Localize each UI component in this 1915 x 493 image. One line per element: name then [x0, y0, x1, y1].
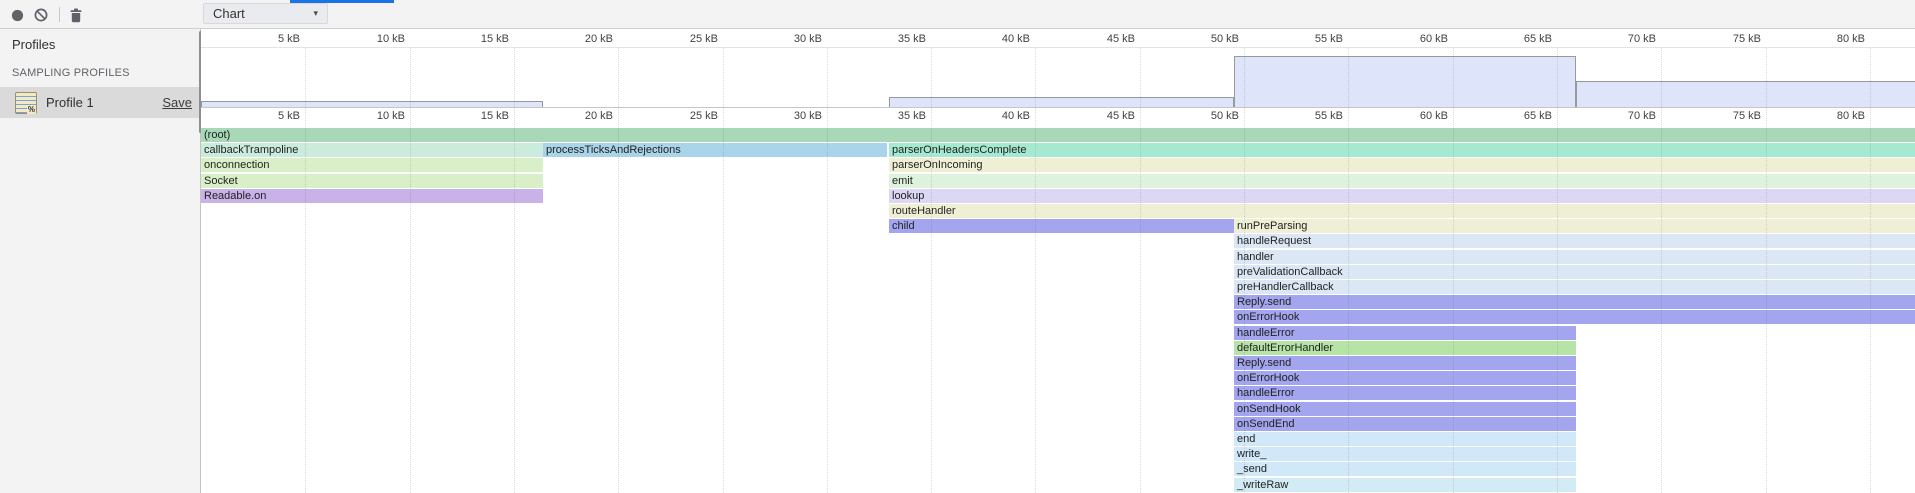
devtools-memory-panel: Chart ▾ Profiles SAMPLING PROFILES % Pro…: [0, 0, 1915, 493]
flame-bar-write-[interactable]: write_: [1234, 447, 1576, 461]
overview-segment: [1576, 81, 1915, 108]
flame-bar-onconnection[interactable]: onconnection: [201, 158, 543, 172]
flame-bar--writeraw[interactable]: _writeRaw: [1234, 478, 1576, 492]
ruler-tick-label: 65 kB: [1492, 33, 1552, 45]
flame-bar-defaulterrorhandler[interactable]: defaultErrorHandler: [1234, 341, 1576, 355]
ruler-tick-label: 70 kB: [1596, 110, 1656, 122]
flame-bar-handlerequest[interactable]: handleRequest: [1234, 234, 1915, 248]
ruler-tick-label: 10 kB: [345, 33, 405, 45]
profile-name: Profile 1: [46, 95, 94, 110]
flame-bar-prehandlercallback[interactable]: preHandlerCallback: [1234, 280, 1915, 294]
profile-document-icon: %: [15, 92, 37, 114]
flame-bar-onsendend[interactable]: onSendEnd: [1234, 417, 1576, 431]
flame-bar-processticksandrejections[interactable]: processTicksAndRejections: [543, 143, 887, 157]
ruler-tick-label: 30 kB: [762, 110, 822, 122]
flame-bar-reply-send[interactable]: Reply.send: [1234, 356, 1576, 370]
block-icon: [34, 8, 48, 22]
flame-bar-end[interactable]: end: [1234, 432, 1576, 446]
flame-bar-onerrorhook[interactable]: onErrorHook: [1234, 310, 1915, 324]
flame-bar-lookup[interactable]: lookup: [889, 189, 1915, 203]
percent-glyph: %: [27, 105, 36, 114]
flame-bar-callbacktrampoline[interactable]: callbackTrampoline: [201, 143, 543, 157]
save-profile-link[interactable]: Save: [162, 95, 192, 110]
ruler-tick-label: 55 kB: [1283, 110, 1343, 122]
profiles-sidebar: Profiles SAMPLING PROFILES % Profile 1 S…: [0, 29, 200, 493]
ruler-tick-label: 25 kB: [658, 33, 718, 45]
sidebar-title: Profiles: [12, 37, 55, 52]
ruler-tick-label: 45 kB: [1075, 110, 1135, 122]
ruler-tick-label: 10 kB: [345, 110, 405, 122]
flame-bar-onsendhook[interactable]: onSendHook: [1234, 402, 1576, 416]
flame-bar-routehandler[interactable]: routeHandler: [889, 204, 1915, 218]
flame-bar--root-[interactable]: (root): [201, 128, 1915, 142]
ruler-tick-label: 75 kB: [1701, 33, 1761, 45]
clear-profiles-button[interactable]: [30, 4, 52, 26]
ruler-tick-label: 80 kB: [1805, 33, 1865, 45]
ruler-tick-label: 75 kB: [1701, 110, 1761, 122]
ruler-tick-label: 35 kB: [866, 33, 926, 45]
flame-bar-onerrorhook[interactable]: onErrorHook: [1234, 371, 1576, 385]
ruler-tick-label: 55 kB: [1283, 33, 1343, 45]
ruler-tick-label: 15 kB: [449, 110, 509, 122]
ruler-tick-label: 35 kB: [866, 110, 926, 122]
sampling-profiles-header: SAMPLING PROFILES: [12, 67, 130, 79]
flame-bar-handleerror[interactable]: handleError: [1234, 386, 1576, 400]
flame-bar--send[interactable]: _send: [1234, 462, 1576, 476]
ruler-tick-label: 40 kB: [970, 110, 1030, 122]
flame-bar-handleerror[interactable]: handleError: [1234, 326, 1576, 340]
flame-bar-handler[interactable]: handler: [1234, 250, 1915, 264]
flame-chart-area[interactable]: 5 kB 10 kB 15 kB 20 kB 25 kB 30 kB 35 kB 40 kB 4…: [201, 29, 1915, 493]
flame-bar-child[interactable]: child: [889, 219, 1234, 233]
record-heap-profile-button[interactable]: [6, 4, 28, 26]
ruler-tick-label: 50 kB: [1179, 33, 1239, 45]
ruler-tick-label: 80 kB: [1805, 110, 1865, 122]
flame-bar-readable-on[interactable]: Readable.on: [201, 189, 543, 203]
flame-bar-parseronincoming[interactable]: parserOnIncoming: [889, 158, 1915, 172]
record-icon: [11, 9, 24, 22]
flame-bar-runpreparsing[interactable]: runPreParsing: [1234, 219, 1915, 233]
ruler-tick-label: 5 kB: [240, 33, 300, 45]
flame-bar-emit[interactable]: emit: [889, 174, 1915, 188]
toolbar-separator: [59, 7, 60, 22]
ruler-tick-label: 5 kB: [240, 110, 300, 122]
overview-segment: [889, 97, 1234, 108]
flame-rows: (root)callbackTrampolineprocessTicksAndR…: [201, 128, 1915, 493]
ruler-tick-label: 20 kB: [553, 33, 613, 45]
ruler-tick-label: 45 kB: [1075, 33, 1135, 45]
flame-bar-socket[interactable]: Socket: [201, 174, 543, 188]
ruler-tick-label: 60 kB: [1388, 33, 1448, 45]
sidebar-item-profile-1[interactable]: % Profile 1 Save: [0, 87, 200, 118]
profiler-toolbar: Chart ▾: [0, 0, 1915, 29]
flame-bar-parseronheaderscomplete[interactable]: parserOnHeadersComplete: [889, 143, 1915, 157]
ruler-tick-label: 30 kB: [762, 33, 822, 45]
ruler-tick-label: 40 kB: [970, 33, 1030, 45]
view-mode-value: Chart: [204, 6, 245, 21]
flame-bar-prevalidationcallback[interactable]: preValidationCallback: [1234, 265, 1915, 279]
view-mode-select[interactable]: Chart ▾: [203, 3, 328, 24]
flame-bar-reply-send[interactable]: Reply.send: [1234, 295, 1915, 309]
chevron-down-icon: ▾: [313, 8, 318, 19]
trash-icon: [69, 8, 83, 23]
ruler-tick-label: 60 kB: [1388, 110, 1448, 122]
ruler-tick-label: 20 kB: [553, 110, 613, 122]
ruler-tick-label: 15 kB: [449, 33, 509, 45]
ruler-tick-label: 50 kB: [1179, 110, 1239, 122]
overview-segment: [201, 101, 543, 108]
allocation-overview[interactable]: [201, 48, 1915, 108]
ruler-tick-label: 70 kB: [1596, 33, 1656, 45]
ruler-tick-label: 25 kB: [658, 110, 718, 122]
delete-profile-button[interactable]: [65, 4, 87, 26]
ruler-tick-label: 65 kB: [1492, 110, 1552, 122]
overview-segment: [1234, 56, 1576, 108]
